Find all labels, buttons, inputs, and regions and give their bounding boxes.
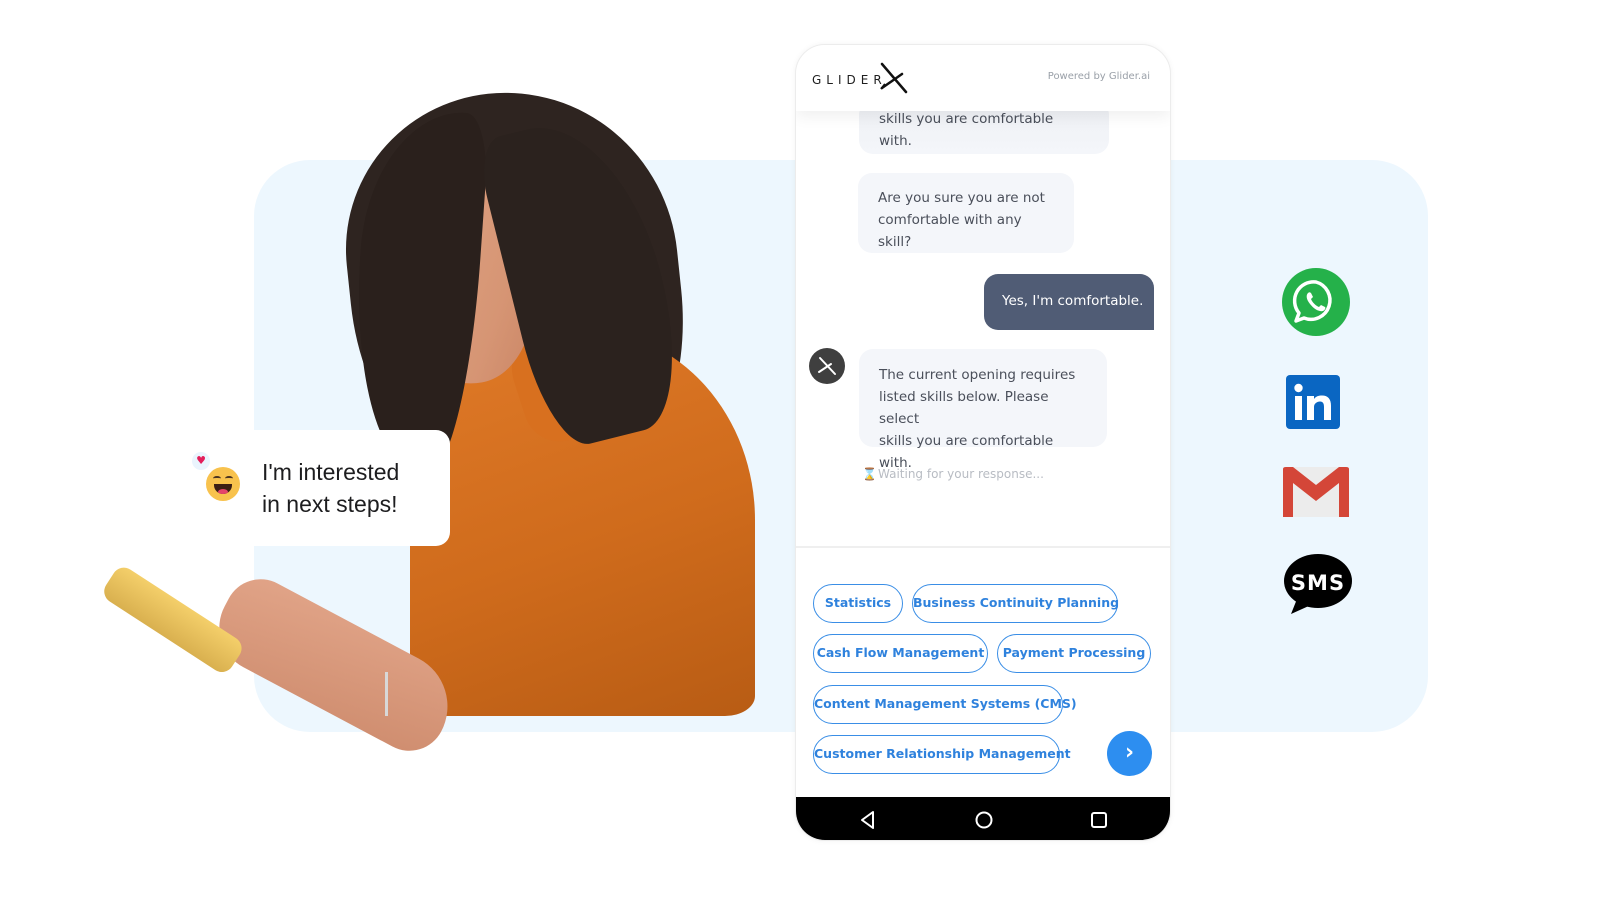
- skill-chip-statistics[interactable]: Statistics: [813, 584, 903, 623]
- glider-plane-icon: [818, 357, 836, 375]
- chevron-right-icon: ›: [1124, 740, 1135, 765]
- bot-message: Are you sure you are not comfortable wit…: [858, 173, 1074, 253]
- message-text: skills you are comfortable with.: [879, 111, 1054, 149]
- chat-header: GLIDER Powered by Glider.ai: [796, 45, 1170, 111]
- speech-bubble-text: I'm interested in next steps!: [262, 456, 399, 520]
- message-text: Yes, I'm comfortable.: [1002, 293, 1144, 309]
- waiting-status: ⌛Waiting for your response...: [862, 467, 1044, 481]
- message-line: Are you sure you are not: [878, 190, 1045, 206]
- sms-icon[interactable]: SMS: [1283, 553, 1353, 615]
- gmail-icon[interactable]: [1283, 467, 1349, 517]
- back-icon[interactable]: [857, 809, 879, 831]
- woman-photo: [99, 75, 770, 764]
- glider-plane-icon: [880, 62, 908, 94]
- speech-line-2: in next steps!: [262, 491, 398, 517]
- bracelet: [385, 672, 388, 716]
- user-message: Yes, I'm comfortable.: [984, 274, 1154, 330]
- message-line: comfortable with any skill?: [878, 212, 1022, 250]
- bot-message: The current opening requires listed skil…: [859, 349, 1107, 471]
- message-line: The current opening requires: [879, 367, 1076, 383]
- home-icon[interactable]: [973, 809, 995, 831]
- status-text: Waiting for your response...: [878, 467, 1044, 481]
- skill-chip-cms[interactable]: Content Management Systems (CMS): [813, 685, 1077, 724]
- phone-mockup: GLIDER Powered by Glider.ai skills you a…: [795, 44, 1171, 841]
- send-button[interactable]: ›: [1107, 731, 1152, 776]
- recent-apps-icon[interactable]: [1088, 809, 1110, 831]
- powered-by-label: Powered by Glider.ai: [1047, 71, 1150, 82]
- skill-chip-payment-processing[interactable]: Payment Processing: [997, 634, 1151, 673]
- sms-label: SMS: [1291, 571, 1345, 595]
- skill-chip-business-continuity-planning[interactable]: Business Continuity Planning: [912, 584, 1119, 623]
- message-line: listed skills below. Please select: [879, 389, 1049, 427]
- bot-avatar: [809, 348, 845, 384]
- laughing-emoji-icon: [206, 467, 240, 501]
- hourglass-icon: ⌛: [862, 467, 877, 481]
- brand-logo: GLIDER: [812, 73, 887, 87]
- whatsapp-icon[interactable]: [1282, 268, 1350, 336]
- skill-chip-crm[interactable]: Customer Relationship Management: [813, 735, 1071, 774]
- android-navbar: [796, 797, 1170, 840]
- chat-thread[interactable]: skills you are comfortable with. Are you…: [796, 101, 1170, 547]
- skill-chip-cash-flow-management[interactable]: Cash Flow Management: [813, 634, 988, 673]
- heart-icon: ♥: [192, 452, 210, 470]
- divider: [796, 546, 1170, 548]
- linkedin-icon[interactable]: [1286, 375, 1340, 429]
- speech-line-1: I'm interested: [262, 459, 400, 485]
